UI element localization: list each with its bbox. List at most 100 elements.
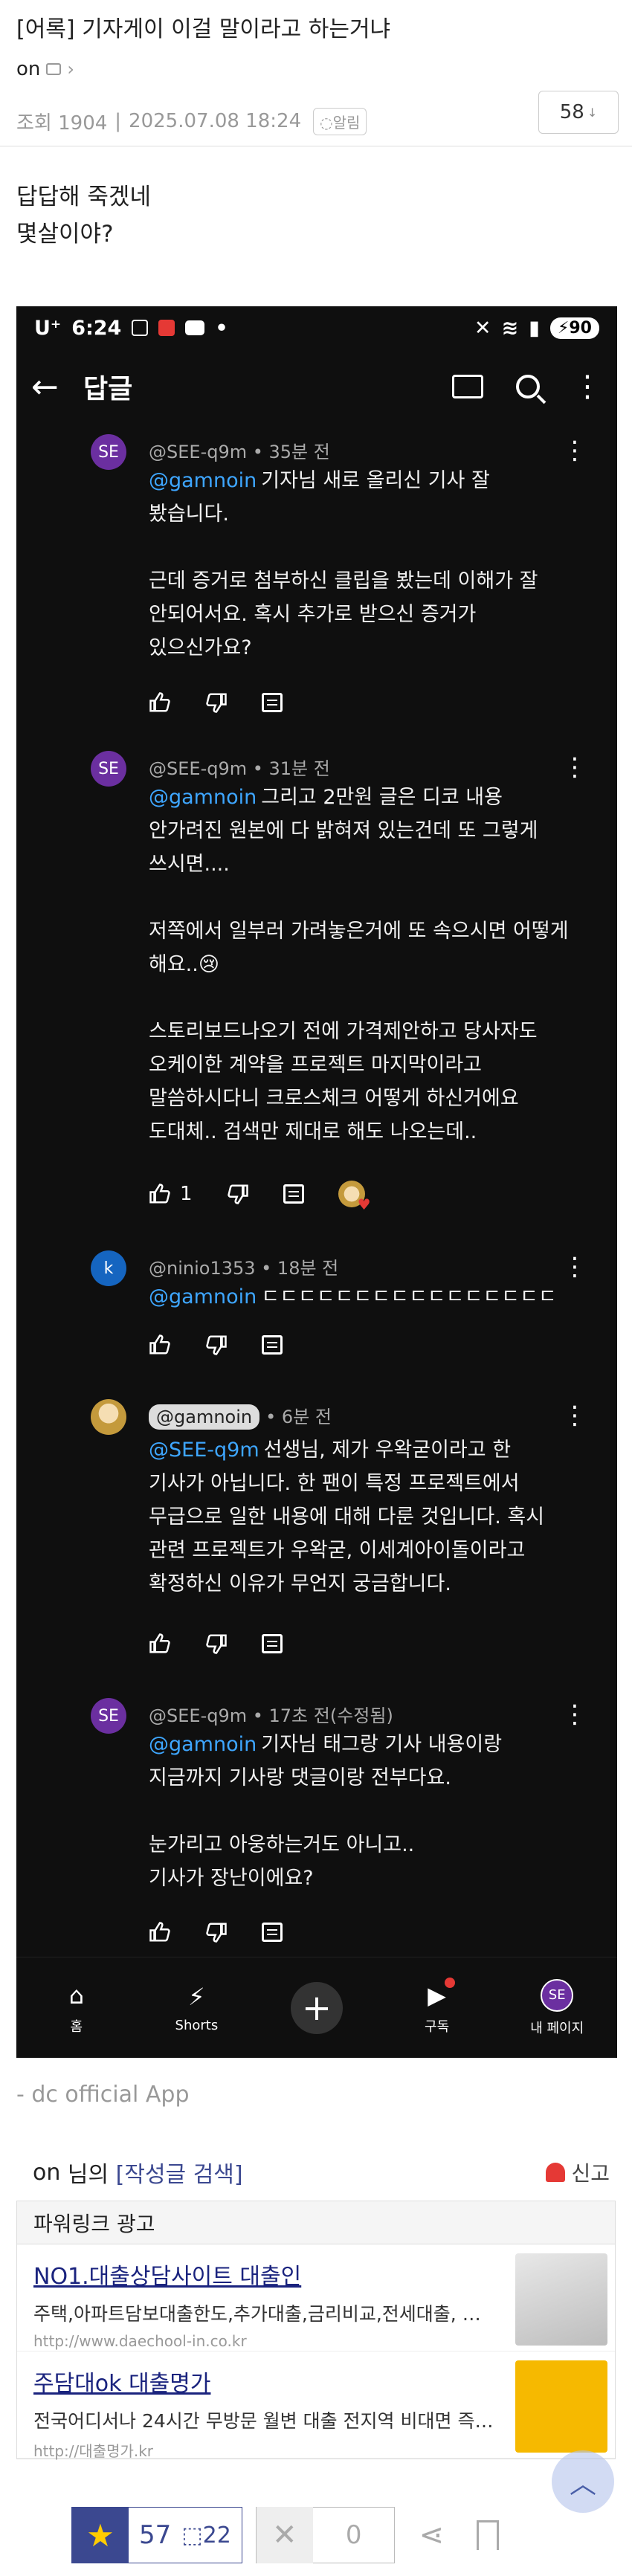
mention-link[interactable]: @gamnoin <box>149 469 257 492</box>
bottom-nav: ⌂ 홈 ⚡ Shorts + ▶ 구독 SE 내 페이지 <box>16 1957 617 2058</box>
ad-image[interactable] <box>515 2360 607 2453</box>
fixed-recommend-count: 22 <box>202 2522 231 2548</box>
avatar[interactable]: k <box>91 1250 126 1286</box>
plus-icon: + <box>290 1981 343 2034</box>
comment-meta: @SEE-q9m • 17초 전(수정됨) <box>149 1705 393 1726</box>
comment-line: 봤습니다. <box>149 503 229 526</box>
avatar[interactable]: SE <box>91 434 126 470</box>
comment-line: 선생님, 제가 우왁굳이라고 한 <box>263 1439 512 1462</box>
avatar[interactable] <box>91 1399 126 1435</box>
home-icon: ⌂ <box>68 1981 84 2010</box>
report-button[interactable]: 신고 <box>546 2157 610 2187</box>
dislike-icon[interactable] <box>205 1633 228 1655</box>
ad-desc: 전국어디서나 24시간 무방문 월변 대출 전지역 비대면 즉시처리 <box>33 2410 494 2432</box>
battery-level: 90 <box>569 318 592 338</box>
dot-icon: • <box>215 316 228 340</box>
reply-icon[interactable] <box>262 1634 283 1653</box>
author-name[interactable]: on <box>16 58 40 80</box>
dislike-icon[interactable] <box>227 1183 249 1205</box>
chevron-right-icon: › <box>67 59 74 80</box>
notification-dot <box>444 1977 455 1988</box>
wifi-icon: ≋ <box>501 316 519 340</box>
like-icon[interactable] <box>149 691 171 714</box>
more-vert-icon[interactable]: ⋮ <box>562 1702 587 1727</box>
reply-icon[interactable] <box>262 1923 283 1942</box>
device-icon <box>46 63 62 75</box>
like-count: 1 <box>180 1183 193 1205</box>
back-arrow-icon[interactable]: ← <box>31 368 83 406</box>
comment-text: @gamnoin 그리고 2만원 글은 디코 내용 안가려진 원본에 다 밝혀져 … <box>149 781 587 1149</box>
more-vert-icon[interactable]: ⋮ <box>562 755 587 780</box>
mention-link[interactable]: @gamnoin <box>149 1285 257 1308</box>
like-icon[interactable] <box>149 1633 171 1655</box>
reply-icon[interactable] <box>262 1335 283 1355</box>
more-vert-icon[interactable]: ⋮ <box>573 372 602 401</box>
appbar-title: 답글 <box>83 374 133 404</box>
cast-icon[interactable] <box>452 375 483 398</box>
search-icon[interactable] <box>516 375 540 398</box>
ad-item[interactable]: 주담대ok 대출명가 전국어디서나 24시간 무방문 월변 대출 전지역 비대면… <box>17 2351 615 2460</box>
nav-my-page[interactable]: SE 내 페이지 <box>512 1978 602 2037</box>
battery-icon: ⚡90 <box>549 317 599 339</box>
avatar[interactable]: SE <box>91 751 126 787</box>
reply-icon[interactable] <box>283 1184 304 1204</box>
nav-home[interactable]: ⌂ 홈 <box>32 1981 121 2036</box>
author-search-link[interactable]: [작성글 검색] <box>116 2156 243 2189</box>
dislike-icon[interactable] <box>205 1334 228 1356</box>
comment-line: 해요..😢 <box>149 953 219 976</box>
ad-title[interactable]: NO1.대출상담사이트 대출인 <box>33 2258 599 2291</box>
like-icon[interactable] <box>149 1334 171 1356</box>
author-line[interactable]: on › <box>16 58 616 80</box>
dislike-icon[interactable] <box>205 1921 228 1943</box>
like-icon[interactable] <box>149 1921 171 1943</box>
star-icon: ★ <box>72 2507 129 2563</box>
reply-icon[interactable] <box>262 693 283 712</box>
body-line: 답답해 죽겠네 <box>16 184 151 210</box>
creator-heart-icon <box>338 1181 371 1213</box>
mention-link[interactable]: @SEE-q9m <box>149 1439 259 1462</box>
embedded-screenshot: U⁺ 6:24 • ✕ ≋ ▮ ⚡90 ← 답글 ⋮ SE @SEE-q9m •… <box>16 306 617 2058</box>
nav-shorts[interactable]: ⚡ Shorts <box>152 1982 241 2033</box>
comment-text: @gamnoin 기자님 태그랑 기사 내용이랑 지금까지 기사랑 댓글이랑 전부… <box>149 1728 587 1895</box>
more-vert-icon[interactable]: ⋮ <box>562 1403 587 1428</box>
ad-item[interactable]: NO1.대출상담사이트 대출인 주택,아파트담보대출한도,추가대출,금리비교,전… <box>17 2244 615 2351</box>
not-recommend-count: 0 <box>345 2520 362 2550</box>
dc-app-signature: - dc official App <box>16 2082 190 2108</box>
ads-header: 파워링크 광고 <box>17 2201 615 2244</box>
comment-line: 지금까지 기사랑 댓글이랑 전부다요. <box>149 1766 451 1789</box>
post-title: [어록] 기자게이 이걸 말이라고 하는거냐 <box>16 16 391 42</box>
mention-link[interactable]: @gamnoin <box>149 1733 257 1756</box>
alarm-button[interactable]: ◌알림 <box>313 107 367 135</box>
ad-image[interactable] <box>515 2253 607 2346</box>
comment-text: @gamnoin 기자님 새로 올리신 기사 잘 봤습니다. 근데 증거로 첨부하… <box>149 464 587 665</box>
comment-line: 기사가 아닙니다. 한 팬이 특정 프로젝트에서 <box>149 1472 520 1495</box>
mention-link[interactable]: @gamnoin <box>149 786 257 809</box>
powerlink-ads: 파워링크 광고 NO1.대출상담사이트 대출인 주택,아파트담보대출한도,추가대… <box>16 2201 616 2460</box>
comment-line: 안가려진 원본에 다 밝혀져 있는건데 또 그렇게 <box>149 819 538 842</box>
comment-line: 근데 증거로 첨부하신 클립을 봤는데 이해가 잘 <box>149 569 538 593</box>
status-bar: U⁺ 6:24 • ✕ ≋ ▮ ⚡90 <box>16 306 617 349</box>
not-recommend-button[interactable]: ✕ 0 <box>255 2507 396 2563</box>
share-icon[interactable]: ⋖ <box>419 2518 444 2552</box>
comment-actions <box>149 1921 283 1943</box>
comment-meta: @ninio1353 • 18분 전 <box>149 1258 339 1279</box>
more-vert-icon[interactable]: ⋮ <box>562 438 587 463</box>
creator-chip[interactable]: @gamnoin <box>149 1404 260 1430</box>
nav-subscriptions[interactable]: ▶ 구독 <box>393 1977 482 2036</box>
like-icon[interactable] <box>149 1183 171 1205</box>
avatar[interactable]: SE <box>91 1698 126 1734</box>
comment-line: 저쪽에서 일부러 가려놓은거에 또 속으시면 어떻게 <box>149 920 569 943</box>
author-name: on <box>33 2159 61 2186</box>
ad-title[interactable]: 주담대ok 대출명가 <box>33 2365 599 2398</box>
scroll-top-button[interactable]: ︿ <box>552 2450 614 2513</box>
dislike-icon[interactable] <box>205 691 228 714</box>
recommend-button[interactable]: ★ 57 ⬚22 <box>71 2507 242 2563</box>
comment-count-button[interactable]: 58 ↓ <box>538 91 619 134</box>
nav-create[interactable]: + <box>272 1981 361 2034</box>
ad-desc: 주택,아파트담보대출한도,추가대출,금리비교,전세대출, 신용대출 <box>33 2303 494 2325</box>
comment-actions <box>149 1633 283 1655</box>
comment-line: 안되어서요. 혹시 추가로 받으신 증거가 <box>149 603 477 626</box>
more-vert-icon[interactable]: ⋮ <box>562 1254 587 1279</box>
like-group[interactable]: 1 <box>149 1183 193 1205</box>
bookmark-icon[interactable] <box>476 2520 499 2550</box>
